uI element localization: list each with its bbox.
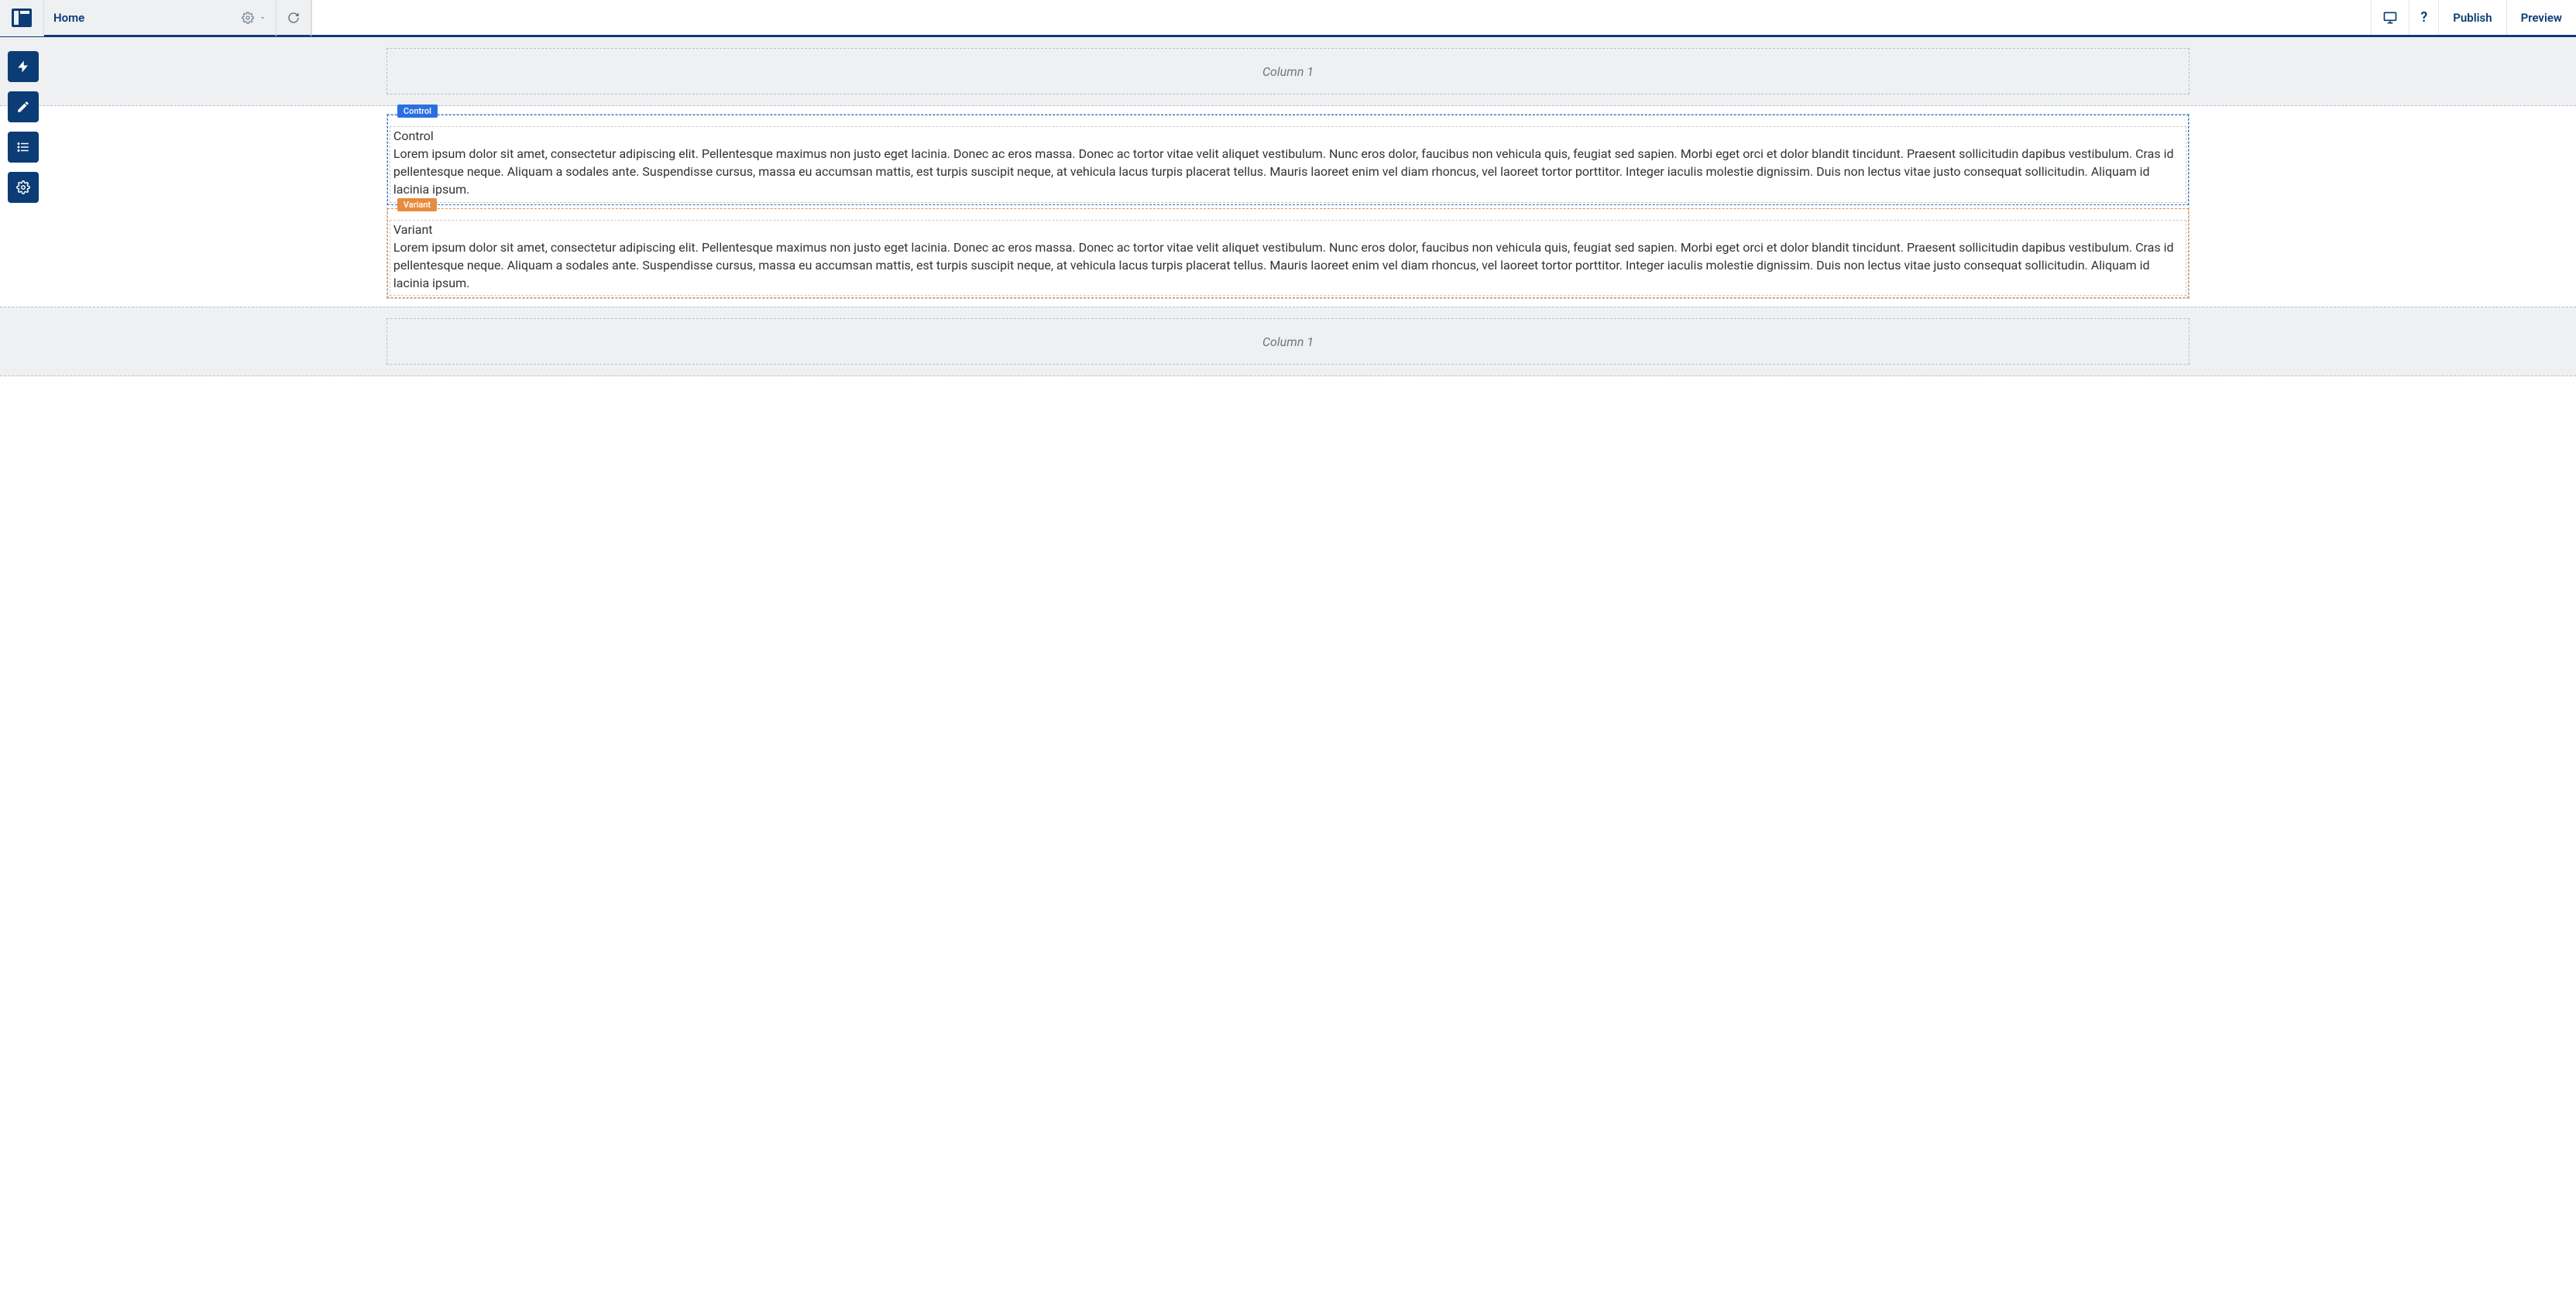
column-placeholder-bottom[interactable]: Column 1 — [386, 318, 2190, 365]
column-placeholder-label: Column 1 — [1262, 334, 1314, 349]
publish-button[interactable]: Publish — [2438, 0, 2506, 35]
layout-logo-icon — [12, 9, 32, 27]
site-name-controls — [242, 12, 266, 24]
variant-content[interactable]: Variant Lorem ipsum dolor sit amet, cons… — [390, 220, 2186, 297]
refresh-button[interactable] — [276, 0, 311, 36]
variant-title: Variant — [393, 222, 2183, 237]
list-icon — [16, 140, 30, 154]
preview-label: Preview — [2521, 11, 2562, 25]
desktop-icon — [2382, 10, 2398, 26]
preview-button[interactable]: Preview — [2506, 0, 2576, 35]
page-canvas: Column 1 Control Control Lorem ipsum dol… — [0, 37, 2576, 376]
topbar: Home — [0, 0, 2576, 37]
content-region[interactable]: Control Control Lorem ipsum dolor sit am… — [386, 114, 2190, 299]
gear-icon[interactable] — [242, 12, 254, 24]
help-button[interactable]: ? — [2409, 0, 2438, 35]
floating-sidebar — [8, 51, 39, 203]
sidebar-edit-button[interactable] — [8, 91, 39, 122]
sidebar-settings-button[interactable] — [8, 172, 39, 203]
experiment-variant-block[interactable]: Variant Variant Lorem ipsum dolor sit am… — [387, 208, 2189, 299]
help-icon: ? — [2420, 9, 2427, 26]
top-drop-region[interactable]: Column 1 — [0, 37, 2576, 106]
sidebar-list-button[interactable] — [8, 132, 39, 163]
lightning-icon — [16, 60, 30, 74]
site-name-label: Home — [53, 11, 84, 25]
pencil-icon — [16, 100, 30, 114]
control-tag: Control — [397, 105, 438, 118]
device-preview-button[interactable] — [2371, 0, 2409, 35]
experiment-control-block[interactable]: Control Control Lorem ipsum dolor sit am… — [387, 115, 2189, 205]
variant-body: Lorem ipsum dolor sit amet, consectetur … — [393, 238, 2183, 293]
gear-icon — [16, 180, 30, 194]
bottom-drop-region[interactable]: Column 1 — [0, 307, 2576, 376]
refresh-icon — [287, 12, 300, 24]
control-title: Control — [393, 129, 2183, 143]
control-content[interactable]: Control Lorem ipsum dolor sit amet, cons… — [390, 126, 2186, 203]
sidebar-widgets-button[interactable] — [8, 51, 39, 82]
logo-button[interactable] — [0, 0, 43, 36]
control-body: Lorem ipsum dolor sit amet, consectetur … — [393, 145, 2183, 199]
caret-down-icon[interactable] — [259, 14, 266, 22]
column-placeholder-top[interactable]: Column 1 — [386, 48, 2190, 94]
site-name-selector[interactable]: Home — [43, 0, 276, 36]
topbar-spacer — [312, 0, 2371, 35]
publish-label: Publish — [2453, 11, 2492, 25]
topbar-right: ? Publish Preview — [2371, 0, 2576, 35]
topbar-left: Home — [0, 0, 312, 35]
column-placeholder-label: Column 1 — [1262, 64, 1314, 79]
variant-tag: Variant — [397, 198, 437, 211]
